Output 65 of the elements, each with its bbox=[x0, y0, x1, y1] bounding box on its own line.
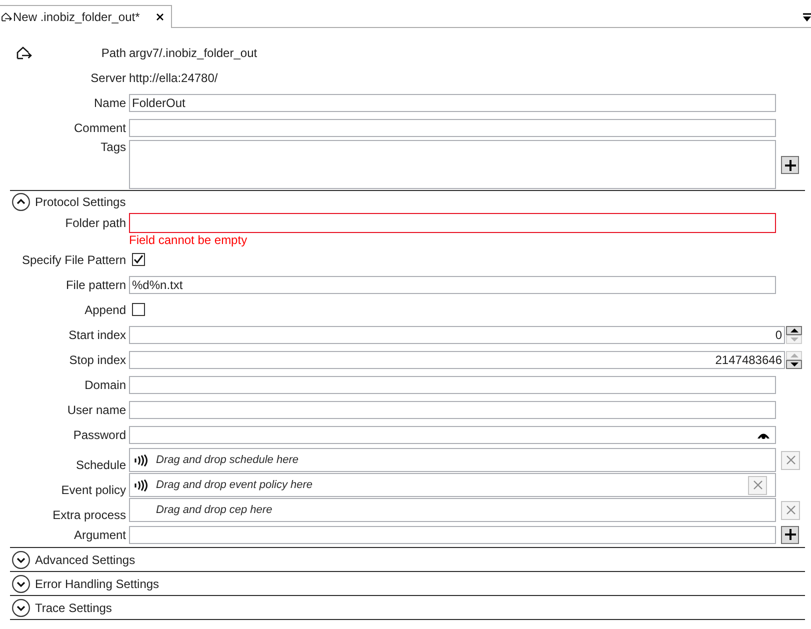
spin-up-button[interactable] bbox=[786, 326, 802, 334]
drop-hint: Drag and drop schedule here bbox=[156, 454, 298, 466]
field-label: Stop index bbox=[69, 352, 126, 366]
field-label: Domain bbox=[84, 378, 126, 392]
field-label: Append bbox=[84, 302, 126, 316]
expand-icon[interactable] bbox=[12, 574, 30, 592]
close-icon[interactable] bbox=[155, 12, 165, 22]
field-label: File pattern bbox=[66, 278, 126, 292]
field-label: User name bbox=[67, 402, 126, 416]
expand-icon[interactable] bbox=[12, 550, 30, 568]
field-label: Tags bbox=[100, 140, 126, 154]
checkbox[interactable] bbox=[132, 253, 145, 266]
caret-down-icon bbox=[790, 362, 798, 366]
field-label: Start index bbox=[68, 328, 126, 342]
plus-icon bbox=[784, 528, 796, 541]
house-arrow-icon bbox=[1, 12, 12, 22]
clear-button[interactable] bbox=[781, 450, 800, 470]
collapse-icon[interactable] bbox=[12, 193, 30, 211]
drop-zone[interactable]: Drag and drop schedule here bbox=[129, 448, 776, 472]
drop-hint: Drag and drop cep here bbox=[156, 504, 272, 516]
field-label: Extra process bbox=[52, 508, 126, 522]
text-field[interactable] bbox=[129, 376, 776, 394]
add-button[interactable] bbox=[781, 526, 799, 544]
drop-hint: Drag and drop event policy here bbox=[156, 479, 313, 491]
password-field[interactable] bbox=[129, 426, 776, 444]
clear-button[interactable] bbox=[748, 476, 767, 494]
drop-zone[interactable]: Drag and drop event policy here bbox=[129, 473, 776, 497]
section-title[interactable]: Advanced Settings bbox=[35, 552, 136, 566]
caret-up-icon bbox=[790, 328, 798, 332]
field-label: Argument bbox=[74, 528, 126, 542]
text-field[interactable] bbox=[129, 400, 776, 418]
caret-up-icon bbox=[790, 352, 798, 358]
text-field[interactable]: %d%n.txt bbox=[129, 276, 776, 294]
text-field[interactable] bbox=[129, 118, 776, 136]
info-value: http://ella:24780/ bbox=[129, 70, 219, 84]
number-field[interactable]: 0 bbox=[129, 326, 785, 344]
text-field[interactable] bbox=[129, 213, 776, 233]
info-value: argv7/.inobiz_folder_out bbox=[129, 46, 258, 60]
field-label: Name bbox=[94, 96, 126, 110]
field-label: Specify File Pattern bbox=[22, 252, 126, 266]
plus-icon bbox=[784, 158, 796, 172]
text-field[interactable]: FolderOut bbox=[129, 94, 776, 112]
clear-button[interactable] bbox=[781, 500, 800, 520]
section-title[interactable]: Trace Settings bbox=[35, 600, 112, 614]
overflow-menu-icon[interactable] bbox=[803, 13, 811, 22]
checkbox[interactable] bbox=[132, 303, 145, 316]
field-label: Folder path bbox=[65, 216, 126, 230]
field-label: Schedule bbox=[76, 458, 126, 472]
expand-icon[interactable] bbox=[12, 598, 30, 616]
field-label: Path bbox=[101, 46, 126, 60]
field-label: Password bbox=[73, 428, 126, 442]
caret-down-icon bbox=[790, 336, 798, 342]
number-field[interactable]: 2147483646 bbox=[129, 350, 785, 368]
tags-field[interactable] bbox=[129, 140, 776, 189]
document-tab[interactable]: New .inobiz_folder_out* bbox=[0, 5, 172, 28]
field-label: Comment bbox=[74, 120, 126, 134]
error-message: Field cannot be empty bbox=[129, 233, 248, 247]
drop-zone[interactable]: Drag and drop cep here bbox=[129, 498, 776, 522]
text-field[interactable] bbox=[129, 526, 776, 544]
field-label: Server bbox=[90, 70, 126, 84]
section-title[interactable]: Error Handling Settings bbox=[35, 576, 160, 590]
field-label: Event policy bbox=[61, 483, 126, 497]
house-arrow-icon bbox=[16, 46, 32, 60]
section-title[interactable]: Protocol Settings bbox=[35, 195, 126, 209]
add-button[interactable] bbox=[781, 156, 799, 174]
